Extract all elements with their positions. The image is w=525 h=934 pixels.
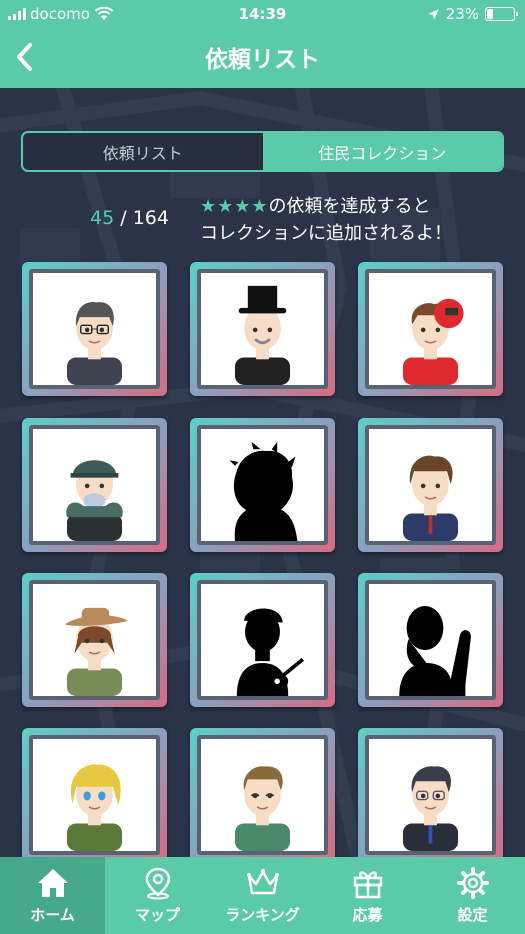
resident-portrait — [201, 273, 324, 385]
card-frame — [29, 735, 160, 855]
nav-map[interactable]: マップ — [105, 857, 210, 934]
nav-ranking-label: ランキング — [225, 906, 300, 924]
resident-card[interactable] — [22, 728, 167, 862]
segmented-tabs: 依頼リスト 住民コレクション — [21, 131, 504, 172]
collection-counter: 45 / 164 — [90, 207, 169, 229]
location-arrow-icon — [427, 8, 439, 20]
nav-settings-label: 設定 — [457, 906, 488, 924]
crown-icon — [246, 869, 279, 895]
resident-portrait — [33, 584, 156, 696]
nav-ranking[interactable]: ランキング — [210, 857, 315, 934]
page-title: 依頼リスト — [205, 47, 320, 73]
resident-portrait — [369, 273, 492, 385]
resident-portrait — [369, 739, 492, 851]
locked-silhouette — [201, 584, 324, 696]
notice-line1: の依頼を達成すると — [268, 196, 431, 217]
resident-card[interactable] — [358, 262, 503, 396]
card-frame — [197, 580, 328, 700]
bottom-nav: ホーム マップ ランキング 応募 設定 — [0, 857, 525, 934]
resident-card[interactable] — [22, 262, 167, 396]
nav-map-label: マップ — [134, 906, 180, 924]
tab-resident-collection[interactable]: 住民コレクション — [262, 133, 502, 170]
card-frame — [197, 269, 328, 389]
star-rating: ★★★★ — [200, 196, 269, 217]
resident-portrait — [33, 739, 156, 851]
resident-card[interactable] — [190, 728, 335, 862]
resident-card[interactable] — [22, 573, 167, 707]
battery-icon — [485, 7, 518, 21]
total-count: 164 — [132, 207, 169, 229]
card-frame — [29, 580, 160, 700]
card-frame — [365, 735, 496, 855]
status-bar: docomo 14:39 23% — [0, 0, 525, 30]
resident-card[interactable] — [358, 728, 503, 862]
count-separator: / — [120, 207, 127, 229]
card-frame — [365, 425, 496, 545]
resident-card[interactable] — [358, 573, 503, 707]
card-frame — [197, 735, 328, 855]
collection-notice: ★★★★の依頼を達成すると コレクションに追加されるよ！ — [200, 193, 500, 247]
nav-settings[interactable]: 設定 — [420, 857, 525, 934]
resident-portrait — [369, 429, 492, 541]
locked-silhouette — [369, 584, 492, 696]
nav-home-label: ホーム — [30, 906, 75, 924]
resident-portrait — [33, 273, 156, 385]
resident-card[interactable] — [22, 418, 167, 552]
resident-portrait — [201, 739, 324, 851]
collected-count: 45 — [90, 207, 115, 229]
resident-card[interactable] — [190, 573, 335, 707]
nav-apply[interactable]: 応募 — [315, 857, 420, 934]
locked-silhouette — [201, 429, 324, 541]
status-right: 23% — [427, 5, 518, 23]
tab-request-list[interactable]: 依頼リスト — [23, 133, 263, 170]
home-icon — [37, 869, 68, 897]
battery-percent: 23% — [445, 5, 479, 23]
card-frame — [29, 269, 160, 389]
map-pin-icon — [145, 867, 170, 900]
card-frame — [197, 425, 328, 545]
resident-card[interactable] — [190, 418, 335, 552]
card-frame — [365, 269, 496, 389]
resident-card[interactable] — [190, 262, 335, 396]
nav-apply-label: 応募 — [352, 906, 383, 924]
card-frame — [29, 425, 160, 545]
nav-home[interactable]: ホーム — [0, 857, 105, 934]
card-frame — [365, 580, 496, 700]
resident-portrait — [33, 429, 156, 541]
gift-icon — [353, 871, 382, 899]
gear-icon — [456, 867, 489, 899]
app-header: docomo 14:39 23% 依頼リスト — [0, 0, 525, 88]
notice-line2: コレクションに追加されるよ！ — [200, 223, 452, 244]
resident-card[interactable] — [358, 418, 503, 552]
